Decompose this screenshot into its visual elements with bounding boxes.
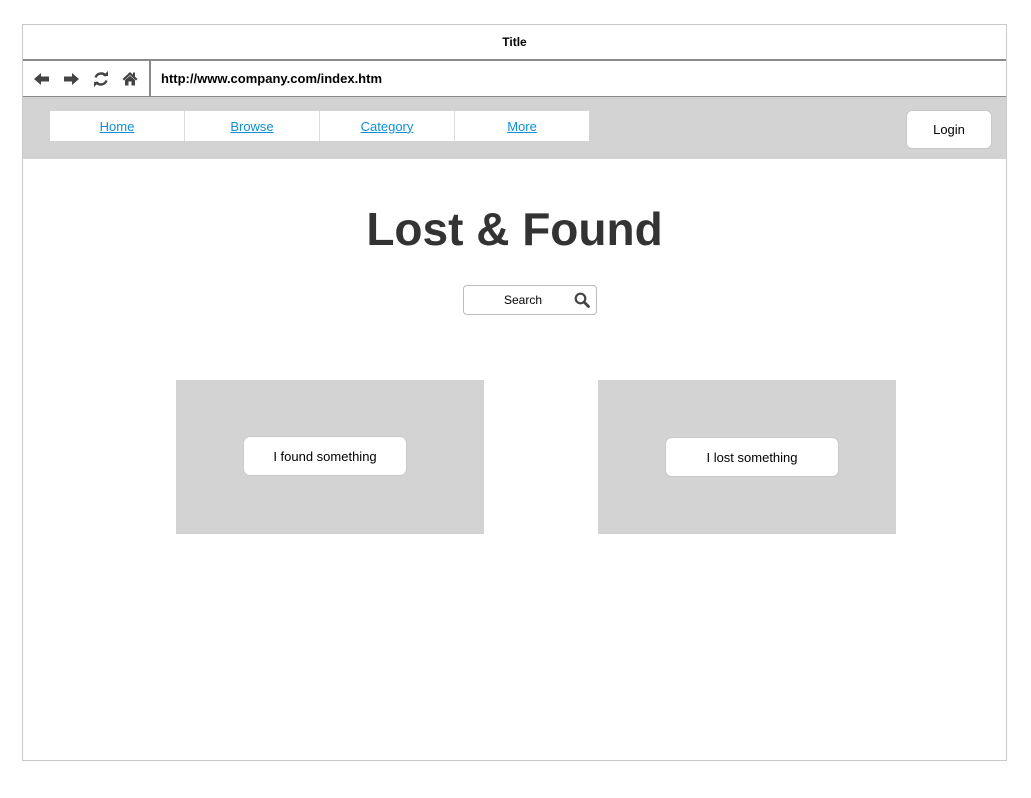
tab-more[interactable]: More [455, 111, 589, 141]
nav-bar: Home Browse Category More Login [23, 97, 1006, 159]
tab-browse[interactable]: Browse [185, 111, 320, 141]
window-title: Title [23, 25, 1006, 61]
url-field[interactable]: http://www.company.com/index.htm [151, 61, 1006, 96]
back-arrow-icon[interactable] [32, 69, 52, 89]
tab-home[interactable]: Home [50, 111, 185, 141]
found-something-button[interactable]: I found something [243, 436, 407, 476]
refresh-icon[interactable] [91, 69, 111, 89]
search-input[interactable]: Search [464, 293, 568, 307]
page-title: Lost & Found [366, 203, 663, 255]
forward-arrow-icon[interactable] [61, 69, 81, 89]
browser-nav-buttons [23, 61, 151, 96]
home-icon[interactable] [120, 69, 140, 89]
login-button[interactable]: Login [906, 110, 992, 149]
tab-category[interactable]: Category [320, 111, 455, 141]
lost-something-button[interactable]: I lost something [665, 437, 839, 477]
browser-window: Title http://www.company.com/index.htm H… [22, 24, 1007, 761]
magnifier-icon[interactable] [568, 286, 596, 314]
found-card: I found something [176, 380, 484, 534]
nav-tabs: Home Browse Category More [50, 111, 589, 141]
search-box[interactable]: Search [463, 285, 597, 315]
lost-card: I lost something [598, 380, 896, 534]
address-bar: http://www.company.com/index.htm [23, 61, 1006, 97]
